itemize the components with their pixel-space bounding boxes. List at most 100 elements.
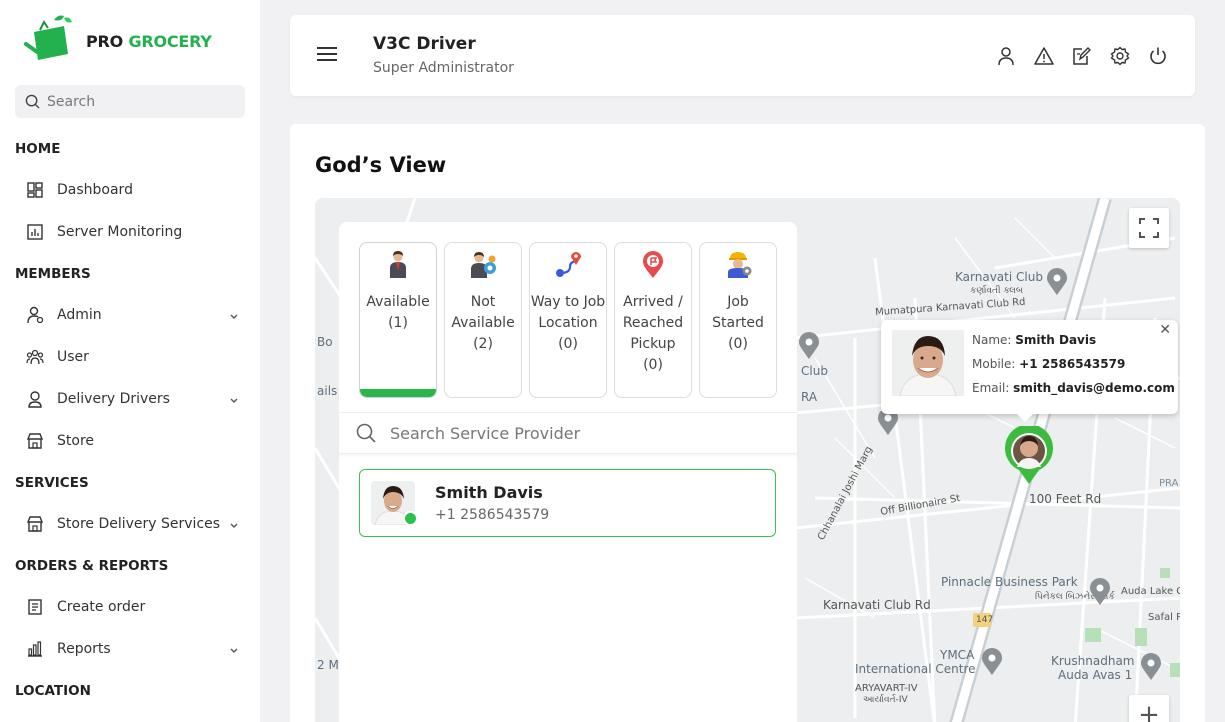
top-header: V3C Driver Super Administrator (290, 15, 1195, 96)
search-placeholder: Search (47, 93, 96, 110)
status-label: Not Available (451, 294, 515, 331)
status-active-indicator (360, 389, 436, 397)
driver-icon (25, 389, 45, 409)
driver-photo (892, 330, 964, 396)
admin-icon (25, 305, 45, 325)
zoom-in-button[interactable]: + (1129, 695, 1169, 722)
map-place-pin-icon[interactable] (981, 648, 1003, 676)
map-label-krushnadham: Krushnadham (1051, 654, 1135, 668)
store-icon (25, 431, 45, 451)
app-title: V3C Driver (373, 34, 476, 54)
section-services: SERVICES (15, 475, 89, 491)
status-count: (1) (388, 315, 408, 331)
sidebar-item-reports[interactable]: Reports (25, 637, 245, 661)
chevron-down-icon (229, 309, 239, 325)
sidebar-item-user[interactable]: User (25, 345, 245, 369)
sidebar-item-admin[interactable]: Admin (25, 303, 245, 327)
alert-icon[interactable] (1033, 45, 1055, 67)
status-count: (0) (558, 336, 578, 352)
map-label-ymca: YMCA (940, 648, 975, 662)
page-title: God’s View (315, 153, 447, 177)
sidebar-item-server-monitoring[interactable]: Server Monitoring (25, 220, 245, 244)
sidebar-item-delivery-drivers[interactable]: Delivery Drivers (25, 387, 245, 411)
pickup-pin-icon (615, 250, 691, 280)
brand-grocery: GROCERY (128, 31, 212, 51)
hamburger-menu-icon[interactable] (317, 47, 337, 65)
sidebar-item-label: Create order (57, 599, 146, 615)
brand-pro: PRO (86, 31, 124, 51)
available-driver-icon (360, 250, 436, 280)
online-status-indicator (403, 511, 418, 526)
sidebar-item-label: Server Monitoring (57, 224, 183, 240)
search-placeholder: Search Service Provider (390, 423, 581, 443)
map-place-pin-icon[interactable] (798, 332, 820, 360)
sidebar-search-input[interactable]: Search (15, 85, 245, 118)
driver-status-panel: Available (1) Not Available (2) Way to Job… (339, 222, 797, 722)
map-label-aryavart-guj: આર્યાવર્ત-IV (863, 695, 908, 705)
sidebar-item-label: Dashboard (57, 182, 133, 198)
logo[interactable]: PRO GROCERY (24, 14, 212, 68)
sidebar-item-label: Store (57, 433, 95, 449)
sidebar-item-store[interactable]: Store (25, 429, 245, 453)
chevron-down-icon (229, 393, 239, 409)
sidebar-item-label: Admin (57, 307, 102, 323)
fullscreen-button[interactable] (1129, 208, 1169, 248)
worker-icon (700, 250, 776, 280)
power-icon[interactable] (1147, 45, 1169, 67)
status-label: Way to Job Location (530, 294, 606, 331)
search-icon (25, 94, 40, 109)
status-label: Arrived / Reached Pickup (622, 294, 684, 352)
status-tab-arrived-reached-pickup[interactable]: Arrived / Reached Pickup (0) (614, 242, 692, 398)
map-label-pra: PRA (1159, 478, 1179, 489)
plus-icon: + (1138, 700, 1160, 722)
map-label-safal: Safal R (1148, 612, 1180, 623)
main-content: God’s View Karnavati Club કર્ણાવતી ક્લબ … (290, 124, 1205, 722)
status-tab-not-available[interactable]: Not Available (2) (444, 242, 522, 398)
sidebar-item-dashboard[interactable]: Dashboard (25, 178, 245, 202)
section-home: HOME (15, 141, 61, 157)
map-label-ra: RA (801, 390, 818, 404)
status-count: (0) (643, 357, 663, 373)
status-tab-job-started[interactable]: Job Started (0) (699, 242, 777, 398)
chevron-down-icon (229, 643, 239, 659)
popup-email-label: Email: (972, 381, 1010, 395)
sidebar-item-store-delivery-services[interactable]: Store Delivery Services (25, 512, 245, 536)
chevron-down-icon (229, 518, 239, 534)
driver-location-marker[interactable] (1003, 426, 1055, 486)
status-tab-way-to-job-location[interactable]: Way to Job Location (0) (529, 242, 607, 398)
section-members: MEMBERS (15, 266, 91, 282)
map-label-karnavati-rd: Karnavati Club Rd (823, 598, 931, 612)
user-role: Super Administrator (373, 60, 514, 76)
not-available-driver-icon (445, 250, 521, 280)
map-place-pin-icon[interactable] (1089, 578, 1111, 606)
sidebar-item-label: User (57, 349, 89, 365)
user-icon[interactable] (995, 45, 1017, 67)
chart-icon (25, 222, 45, 242)
settings-icon[interactable] (1109, 45, 1131, 67)
status-label: Available (366, 294, 430, 310)
map-label-pinnacle: Pinnacle Business Park (941, 575, 1078, 589)
edit-icon[interactable] (1071, 45, 1093, 67)
popup-email-value: smith_davis@demo.com (1013, 381, 1175, 395)
fullscreen-icon (1139, 218, 1159, 238)
sidebar-item-create-order[interactable]: Create order (25, 595, 245, 619)
service-provider-search-input[interactable]: Search Service Provider (339, 412, 797, 454)
close-icon[interactable]: ✕ (1159, 322, 1171, 338)
status-label: Job Started (712, 294, 764, 331)
map-label-aryavart: ARYAVART-IV (855, 683, 918, 694)
map-label-100-feet-rd: 100 Feet Rd (1029, 492, 1102, 506)
map-label-auda-avas: Auda Avas 1 (1058, 668, 1133, 682)
sidebar-item-label: Reports (57, 641, 111, 657)
document-icon (25, 597, 45, 617)
sidebar-item-label: Store Delivery Services (57, 516, 221, 532)
brand-name: PRO GROCERY (86, 32, 212, 51)
status-tab-available[interactable]: Available (1) (359, 242, 437, 398)
map-place-pin-icon[interactable] (1140, 653, 1162, 681)
map-view[interactable]: Karnavati Club કર્ણાવતી ક્લબ Mumatpura K… (315, 198, 1180, 722)
driver-list-item[interactable]: Smith Davis +1 2586543579 (359, 469, 776, 537)
status-count: (2) (473, 336, 493, 352)
map-place-pin-icon[interactable] (1046, 268, 1068, 296)
map-label-route-147: 147 (976, 615, 994, 625)
popup-mobile-value: +1 2586543579 (1019, 357, 1126, 371)
bar-chart-icon (25, 639, 45, 659)
